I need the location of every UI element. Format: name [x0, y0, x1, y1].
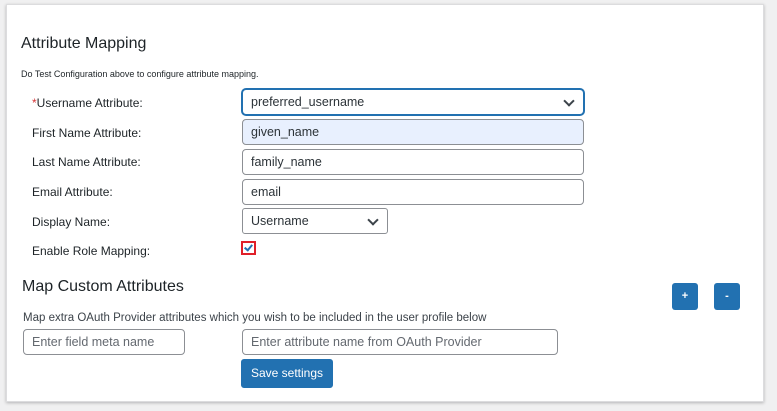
email-attribute-value: email: [251, 185, 281, 199]
field-meta-name-placeholder: Enter field meta name: [32, 335, 155, 349]
chevron-down-icon: [563, 95, 575, 107]
enable-role-mapping-label: Enable Role Mapping:: [32, 244, 151, 258]
display-name-select[interactable]: Username: [242, 208, 388, 234]
username-attribute-value: preferred_username: [251, 95, 365, 109]
remove-attribute-button[interactable]: -: [714, 283, 740, 310]
custom-attributes-title: Map Custom Attributes: [22, 278, 184, 295]
oauth-attribute-name-placeholder: Enter attribute name from OAuth Provider: [251, 335, 482, 349]
checkmark-icon: [244, 242, 253, 252]
oauth-attribute-name-input[interactable]: Enter attribute name from OAuth Provider: [242, 329, 558, 355]
custom-attributes-hint: Map extra OAuth Provider attributes whic…: [23, 312, 487, 324]
email-attribute-input[interactable]: email: [242, 179, 584, 205]
username-attribute-select[interactable]: preferred_username: [242, 89, 584, 115]
last-name-attribute-value: family_name: [251, 155, 322, 169]
field-meta-name-input[interactable]: Enter field meta name: [23, 329, 185, 355]
enable-role-mapping-checkbox[interactable]: [241, 241, 256, 255]
add-attribute-button[interactable]: +: [672, 283, 698, 310]
first-name-attribute-label: First Name Attribute:: [32, 126, 142, 140]
chevron-down-icon: [367, 214, 379, 226]
display-name-value: Username: [251, 214, 309, 228]
username-attribute-label: *Username Attribute:: [32, 90, 143, 116]
save-settings-button[interactable]: Save settings: [241, 359, 333, 388]
display-name-label: Display Name:: [32, 215, 111, 229]
attribute-mapping-panel: Attribute Mapping Do Test Configuration …: [6, 4, 764, 402]
first-name-attribute-input[interactable]: given_name: [242, 119, 584, 145]
email-attribute-label: Email Attribute:: [32, 185, 113, 199]
first-name-attribute-value: given_name: [251, 125, 320, 139]
last-name-attribute-input[interactable]: family_name: [242, 149, 584, 175]
section-hint: Do Test Configuration above to configure…: [21, 69, 259, 79]
last-name-attribute-label: Last Name Attribute:: [32, 155, 141, 169]
section-title: Attribute Mapping: [21, 35, 147, 52]
username-label-text: Username Attribute:: [36, 96, 143, 110]
